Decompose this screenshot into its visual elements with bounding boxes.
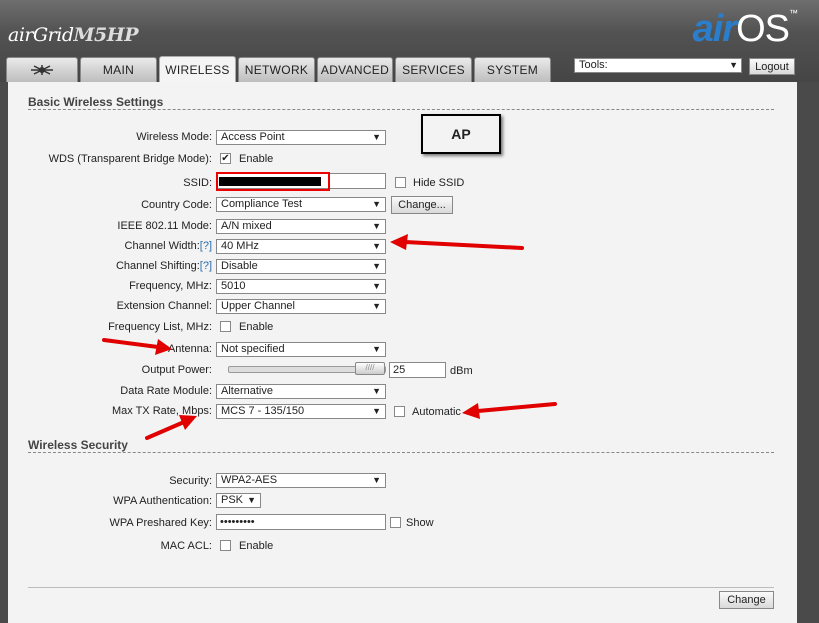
antenna-arrowhead [155,339,172,355]
automatic-arrowhead [462,403,480,419]
channel-width-arrowhead [390,234,408,250]
max-tx-arrow [145,420,186,440]
annotation-arrows [102,234,557,440]
automatic-arrow [476,402,557,413]
antenna-arrow [102,338,160,349]
channel-width-arrow [403,240,524,250]
